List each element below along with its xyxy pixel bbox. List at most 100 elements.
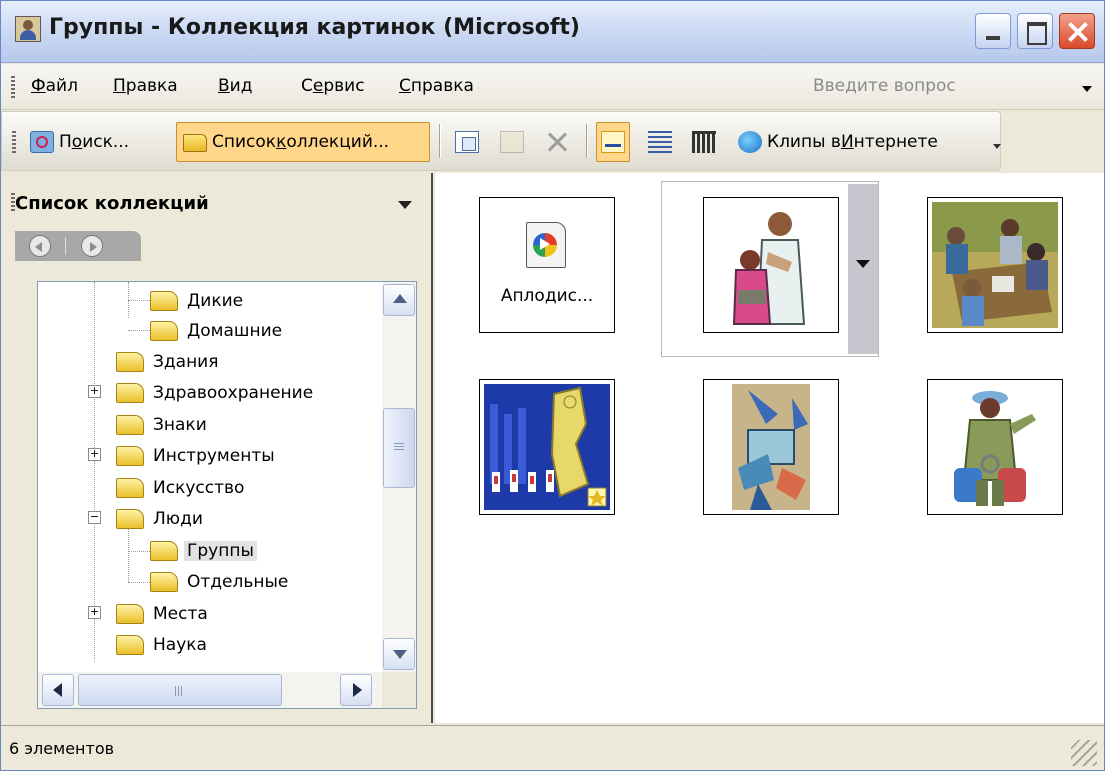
scroll-up-arrow-icon[interactable] [383,284,415,316]
tree-vertical-scrollbar[interactable] [382,282,416,672]
tree-item[interactable]: Отдельные [150,567,291,597]
copy-button[interactable] [449,122,490,162]
tree-item[interactable]: Знаки [116,410,210,440]
tree-item-selected[interactable]: Группы [150,536,257,566]
pane-navigation [15,231,141,261]
expand-plus-icon[interactable]: + [88,385,101,398]
paste-button[interactable] [494,122,535,162]
globe-icon [738,131,762,153]
clip-thumbnail-doctor[interactable] [703,197,839,333]
collection-list-button[interactable]: Список к оллекций... [176,122,430,162]
folder-icon [116,383,144,403]
tree-item[interactable]: Наука [116,630,210,660]
scroll-thumb[interactable] [383,408,415,488]
delete-icon [546,131,568,153]
clip-thumbnail-traveler[interactable] [927,379,1063,515]
folder-icon [183,134,207,152]
clips-online-button[interactable]: Клипы в Интернете [732,122,944,162]
menu-help[interactable]: Справка [399,76,474,96]
pane-menu-dropdown-icon[interactable] [398,201,412,209]
ask-question-box[interactable]: Введите вопрос [813,76,956,96]
traveler-clipart [932,384,1058,510]
folder-icon [150,291,178,311]
business-meeting-clipart [932,202,1058,328]
nav-separator [65,237,66,255]
forward-arrow-icon[interactable] [81,235,103,257]
clip-thumbnail-media[interactable]: Аплодис... [479,197,615,333]
clip-organizer-window: Группы - Коллекция картинок (Microsoft) … [0,0,1105,771]
toolbar-options-icon[interactable] [991,134,1001,152]
tree-item[interactable]: Искусство [116,473,247,503]
tree-guide [128,330,150,331]
folder-icon [116,446,144,466]
folder-icon [116,604,144,624]
list-view-button[interactable] [642,122,683,162]
clip-label: Аплодис... [500,286,594,306]
clip-thumbnail-finance[interactable] [479,379,615,515]
doctor-with-child-clipart [708,202,834,328]
menu-edit[interactable]: Правка [113,76,178,96]
open-folder-icon [150,541,178,561]
tree-item[interactable]: Дикие [150,286,246,316]
expand-plus-icon[interactable]: + [88,448,101,461]
close-button[interactable] [1059,13,1095,49]
details-icon [692,131,716,153]
tree-item[interactable]: Домашние [150,316,285,346]
clip-thumbnail-meeting[interactable] [927,197,1063,333]
menu-file[interactable]: Файл [31,76,78,96]
details-view-button[interactable] [686,122,727,162]
maximize-button[interactable] [1017,13,1053,49]
scroll-corner [382,672,416,708]
play-icon [540,238,550,250]
collapse-minus-icon[interactable]: − [88,511,101,524]
toolbar-separator [586,124,587,158]
tree-item[interactable]: Здания [116,347,221,377]
tree-horizontal-scrollbar[interactable] [38,672,382,708]
tree-item[interactable]: Инструменты [116,441,278,471]
clip-gallery: Аплодис... [435,173,1104,723]
list-icon [648,131,672,153]
horizontal-scroll-thumb[interactable] [78,674,282,706]
business-growth-clipart [484,384,610,510]
minimize-button[interactable] [975,13,1011,49]
folder-icon [116,352,144,372]
folder-icon [116,509,144,529]
folder-icon [150,572,178,592]
app-icon[interactable] [15,16,41,42]
search-button[interactable]: По иск... [24,122,135,162]
expand-plus-icon[interactable]: + [88,606,101,619]
clip-thumbnail-technology[interactable] [703,379,839,515]
folder-icon [150,321,178,341]
thumbnails-view-button[interactable] [596,122,630,162]
item-count: 6 элементов [9,739,115,758]
scroll-down-arrow-icon[interactable] [383,638,415,670]
ask-dropdown-icon[interactable] [1082,86,1092,92]
menu-view[interactable]: Вид [218,76,252,96]
tree-guide [128,551,150,552]
tree-item[interactable]: Места [116,599,211,629]
toolbar: По иск... Список к оллекций... Клипы в Инт… [1,111,1001,171]
toolbar-separator [439,124,440,158]
resize-grip-icon[interactable] [1071,740,1097,766]
task-pane: Список коллекций Дикие Домашние Здания +… [1,173,433,723]
title-bar[interactable]: Группы - Коллекция картинок (Microsoft) [1,1,1104,63]
toolbar-grip-icon[interactable] [12,131,16,153]
copy-icon [455,131,479,153]
back-arrow-icon[interactable] [29,235,51,257]
delete-button[interactable] [540,122,579,162]
tree-item[interactable]: Люди [116,504,206,534]
scroll-left-arrow-icon[interactable] [42,674,74,706]
menu-tools[interactable]: Сервис [301,76,365,96]
folder-icon [116,478,144,498]
thumbnails-icon [601,131,625,153]
search-icon [30,131,54,153]
folder-icon [116,635,144,655]
scroll-right-arrow-icon[interactable] [340,674,372,706]
paste-icon [500,131,524,153]
collection-tree: Дикие Домашние Здания + Здравоохранение … [37,281,417,709]
menubar-grip-icon[interactable] [11,76,15,98]
clip-dropdown-arrow-icon[interactable] [848,184,878,354]
tree-guide [128,582,150,583]
window-title: Группы - Коллекция картинок (Microsoft) [49,15,580,40]
tree-item[interactable]: Здравоохранение [116,378,316,408]
